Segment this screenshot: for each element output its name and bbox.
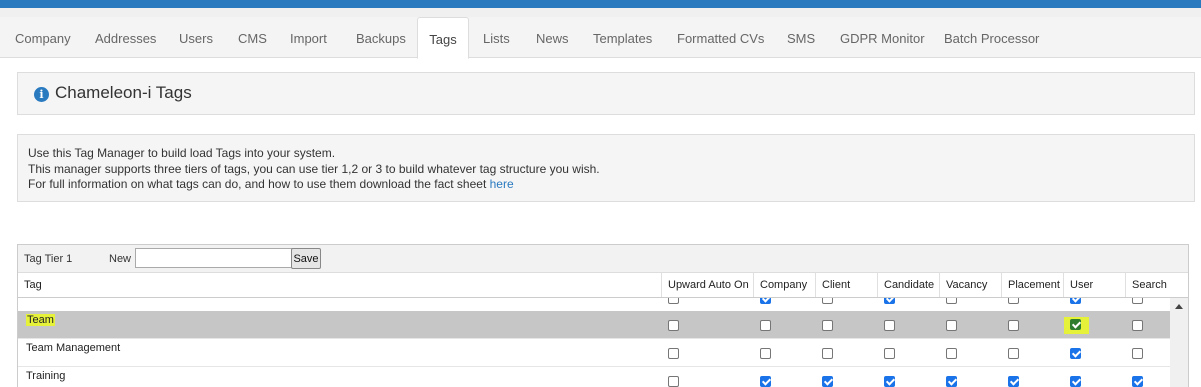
top-gap bbox=[0, 8, 1201, 17]
vertical-scrollbar[interactable] bbox=[1170, 298, 1188, 387]
checkbox-placement[interactable] bbox=[1008, 298, 1019, 304]
tab-tags[interactable]: Tags bbox=[417, 17, 469, 59]
table-row[interactable]: Team Management bbox=[18, 339, 1170, 367]
info-icon: i bbox=[34, 87, 49, 102]
scroll-up-arrow-icon[interactable] bbox=[1175, 304, 1183, 309]
tab-templates[interactable]: Templates bbox=[593, 17, 652, 57]
description-line-2: This manager supports three tiers of tag… bbox=[28, 162, 600, 176]
tab-bar: Company Addresses Users CMS Import Backu… bbox=[0, 17, 1201, 59]
description-line-1: Use this Tag Manager to build load Tags … bbox=[28, 146, 336, 160]
column-header-vacancy[interactable]: Vacancy bbox=[939, 273, 1001, 297]
column-header-client[interactable]: Client bbox=[815, 273, 877, 297]
column-header-placement[interactable]: Placement bbox=[1001, 273, 1063, 297]
page-header-panel: i Chameleon-i Tags bbox=[17, 72, 1195, 115]
checkbox-vacancy[interactable] bbox=[946, 298, 957, 304]
checkbox-candidate[interactable] bbox=[884, 348, 895, 359]
tab-lists[interactable]: Lists bbox=[483, 17, 510, 57]
checkbox-company[interactable] bbox=[760, 348, 771, 359]
grid-header: Tag Upward Auto On Company Client Candid… bbox=[18, 273, 1188, 298]
page-title: Chameleon-i Tags bbox=[55, 83, 192, 102]
checkbox-vacancy[interactable] bbox=[946, 348, 957, 359]
save-button[interactable]: Save bbox=[291, 248, 321, 269]
checkbox-upward-auto-on[interactable] bbox=[668, 298, 679, 304]
description-line-3: For full information on what tags can do… bbox=[28, 177, 514, 191]
checkbox-search[interactable] bbox=[1132, 298, 1143, 304]
checkbox-company[interactable] bbox=[760, 376, 771, 387]
checkbox-client[interactable] bbox=[822, 298, 833, 304]
checkbox-vacancy[interactable] bbox=[946, 376, 957, 387]
checkbox-upward-auto-on[interactable] bbox=[668, 348, 679, 359]
tab-formatted-cvs[interactable]: Formatted CVs bbox=[677, 17, 764, 57]
column-header-candidate[interactable]: Candidate bbox=[877, 273, 939, 297]
checkbox-candidate[interactable] bbox=[884, 320, 895, 331]
checkbox-company[interactable] bbox=[760, 298, 771, 304]
checkbox-search[interactable] bbox=[1132, 376, 1143, 387]
fact-sheet-link[interactable]: here bbox=[490, 177, 514, 191]
checkbox-search[interactable] bbox=[1132, 348, 1143, 359]
table-row[interactable]: Training bbox=[18, 367, 1170, 387]
grid-toolbar: Tag Tier 1 New Save bbox=[18, 245, 1188, 273]
tab-users[interactable]: Users bbox=[179, 17, 213, 57]
top-accent-bar bbox=[0, 0, 1201, 8]
tag-tier-label: Tag Tier 1 bbox=[24, 253, 73, 265]
checkbox-candidate[interactable] bbox=[884, 376, 895, 387]
checkbox-upward-auto-on[interactable] bbox=[668, 376, 679, 387]
checkbox-user[interactable] bbox=[1070, 376, 1081, 387]
checkbox-user[interactable] bbox=[1070, 348, 1081, 359]
tags-grid: Tag Tier 1 New Save Tag Upward Auto On C… bbox=[17, 244, 1189, 387]
checkbox-search[interactable] bbox=[1132, 320, 1143, 331]
grid-rows: Team Team Management Training bbox=[18, 298, 1170, 387]
column-header-search[interactable]: Search bbox=[1125, 273, 1188, 297]
new-tag-label: New bbox=[109, 253, 132, 265]
checkbox-upward-auto-on[interactable] bbox=[668, 320, 679, 331]
checkbox-placement[interactable] bbox=[1008, 348, 1019, 359]
tab-import[interactable]: Import bbox=[290, 17, 327, 57]
tag-name: Team Management bbox=[26, 342, 121, 354]
checkbox-placement[interactable] bbox=[1008, 376, 1019, 387]
tab-backups[interactable]: Backups bbox=[356, 17, 406, 57]
tab-cms[interactable]: CMS bbox=[238, 17, 267, 57]
table-row[interactable]: Team bbox=[18, 311, 1170, 339]
checkbox-user[interactable] bbox=[1070, 298, 1081, 304]
tab-gdpr-monitor[interactable]: GDPR Monitor bbox=[840, 17, 925, 57]
column-header-user[interactable]: User bbox=[1063, 273, 1125, 297]
checkbox-client[interactable] bbox=[822, 376, 833, 387]
new-tag-input[interactable] bbox=[135, 248, 293, 268]
tag-name: Team bbox=[26, 314, 55, 326]
column-header-company[interactable]: Company bbox=[753, 273, 815, 297]
tab-news[interactable]: News bbox=[536, 17, 569, 57]
tab-sms[interactable]: SMS bbox=[787, 17, 815, 57]
tag-name: Training bbox=[26, 370, 66, 382]
tab-company[interactable]: Company bbox=[15, 17, 71, 57]
description-panel: Use this Tag Manager to build load Tags … bbox=[17, 134, 1195, 202]
checkbox-company[interactable] bbox=[760, 320, 771, 331]
tab-batch-processor[interactable]: Batch Processor bbox=[944, 17, 1039, 57]
column-header-upward-auto-on[interactable]: Upward Auto On bbox=[661, 273, 753, 297]
checkbox-placement[interactable] bbox=[1008, 320, 1019, 331]
checkbox-vacancy[interactable] bbox=[946, 320, 957, 331]
description-line-3-text: For full information on what tags can do… bbox=[28, 177, 487, 191]
checkbox-client[interactable] bbox=[822, 348, 833, 359]
checkbox-user[interactable] bbox=[1070, 319, 1081, 330]
column-header-tag[interactable]: Tag bbox=[18, 273, 661, 297]
highlight-marker bbox=[1064, 317, 1089, 334]
checkbox-candidate[interactable] bbox=[884, 298, 895, 304]
tab-addresses[interactable]: Addresses bbox=[95, 17, 156, 57]
table-row[interactable] bbox=[18, 298, 1170, 312]
checkbox-client[interactable] bbox=[822, 320, 833, 331]
